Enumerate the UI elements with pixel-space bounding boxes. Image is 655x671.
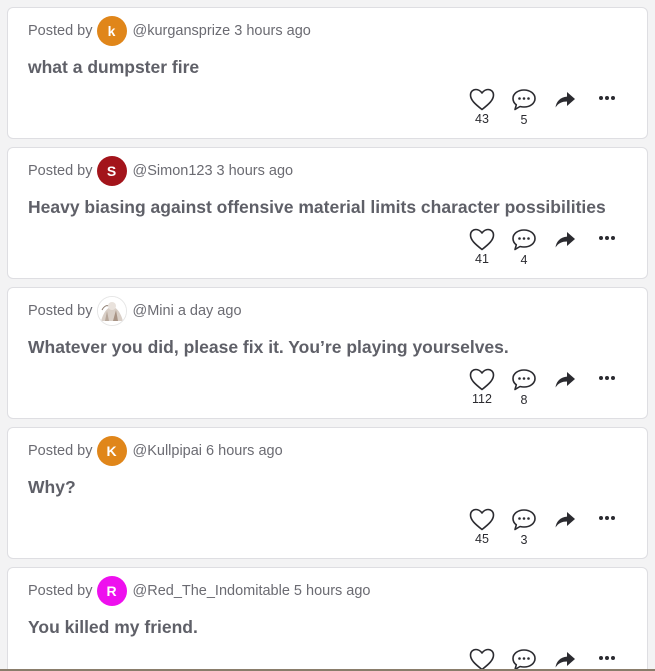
post-feed: Posted by k @kurgansprize 3 hours ago wh… (0, 0, 655, 671)
comment-count: 5 (520, 113, 528, 127)
author-handle[interactable]: @Red_The_Indomitable (133, 583, 290, 599)
posted-by-label: Posted by (28, 163, 93, 179)
comment-button[interactable]: 3 (509, 508, 539, 547)
like-count: 41 (475, 252, 489, 266)
like-count: 45 (475, 532, 489, 546)
posted-by-label: Posted by (28, 443, 93, 459)
post-meta: Posted by @Mini a day ago (28, 295, 242, 327)
share-button[interactable] (553, 91, 577, 109)
post-title[interactable]: You killed my friend. (28, 617, 198, 638)
post-card[interactable]: Posted by S @Simon123 3 hours ago Heavy … (7, 147, 648, 279)
speech-bubble-icon (512, 89, 536, 111)
post-time: 5 hours ago (293, 583, 371, 599)
share-button[interactable] (553, 651, 577, 669)
avatar[interactable]: S (96, 156, 127, 186)
post-title[interactable]: Heavy biasing against offensive material… (28, 197, 606, 218)
comment-button[interactable]: 4 (509, 228, 539, 267)
post-card[interactable]: Posted by R @Red_The_Indomitable 5 hours… (7, 567, 648, 669)
share-button[interactable] (553, 511, 577, 529)
share-arrow-icon (555, 232, 575, 248)
more-dots-icon (599, 516, 615, 520)
speech-bubble-icon (512, 509, 536, 531)
post-title[interactable]: what a dumpster fire (28, 57, 199, 78)
share-arrow-icon (555, 652, 575, 668)
heart-icon (469, 368, 495, 391)
post-meta: Posted by K @Kullpipai 6 hours ago (28, 435, 283, 467)
like-button[interactable]: 112 (467, 368, 497, 406)
post-meta: Posted by R @Red_The_Indomitable 5 hours… (28, 575, 371, 607)
speech-bubble-icon (512, 229, 536, 251)
comment-count: 4 (520, 253, 528, 267)
author-handle[interactable]: @Mini (133, 303, 174, 319)
author-handle[interactable]: @kurgansprize (133, 23, 231, 39)
heart-icon (469, 88, 495, 111)
like-button[interactable]: 41 (467, 228, 497, 266)
more-options-button[interactable] (597, 655, 617, 661)
avatar[interactable]: k (96, 16, 127, 46)
more-options-button[interactable] (597, 515, 617, 521)
share-arrow-icon (555, 512, 575, 528)
like-button[interactable] (467, 648, 497, 669)
post-card[interactable]: Posted by @Mini a day ago Whatever you d… (7, 287, 648, 419)
speech-bubble-icon (512, 369, 536, 391)
avatar-image (97, 297, 126, 325)
share-button[interactable] (553, 231, 577, 249)
more-dots-icon (599, 656, 615, 660)
avatar[interactable]: K (96, 436, 127, 466)
avatar[interactable]: R (96, 576, 127, 606)
posted-by-label: Posted by (28, 303, 93, 319)
comment-button[interactable]: 5 (509, 88, 539, 127)
post-card[interactable]: Posted by k @kurgansprize 3 hours ago wh… (7, 7, 648, 139)
like-button[interactable]: 45 (467, 508, 497, 546)
share-button[interactable] (553, 371, 577, 389)
more-dots-icon (599, 96, 615, 100)
post-title[interactable]: Whatever you did, please fix it. You’re … (28, 337, 509, 358)
posted-by-label: Posted by (28, 583, 93, 599)
speech-bubble-icon (512, 649, 536, 669)
like-count: 43 (475, 112, 489, 126)
share-arrow-icon (555, 372, 575, 388)
more-dots-icon (599, 236, 615, 240)
post-time: 6 hours ago (206, 443, 283, 459)
avatar[interactable] (96, 296, 127, 326)
post-time: 3 hours ago (234, 23, 311, 39)
comment-count: 3 (520, 533, 528, 547)
heart-icon (469, 228, 495, 251)
comment-count: 8 (520, 393, 528, 407)
more-options-button[interactable] (597, 95, 617, 101)
more-dots-icon (599, 376, 615, 380)
comment-button[interactable]: 8 (509, 368, 539, 407)
author-handle[interactable]: @Simon123 (133, 163, 213, 179)
author-handle[interactable]: @Kullpipai (133, 443, 203, 459)
more-options-button[interactable] (597, 235, 617, 241)
post-meta: Posted by S @Simon123 3 hours ago (28, 155, 293, 187)
post-time: a day ago (177, 303, 242, 319)
post-title[interactable]: Why? (28, 477, 76, 498)
share-arrow-icon (555, 92, 575, 108)
post-time: 3 hours ago (216, 163, 294, 179)
like-button[interactable]: 43 (467, 88, 497, 126)
heart-icon (469, 648, 495, 669)
comment-button[interactable] (509, 648, 539, 669)
more-options-button[interactable] (597, 375, 617, 381)
like-count: 112 (472, 392, 492, 406)
post-meta: Posted by k @kurgansprize 3 hours ago (28, 15, 311, 47)
heart-icon (469, 508, 495, 531)
post-card[interactable]: Posted by K @Kullpipai 6 hours ago Why? … (7, 427, 648, 559)
posted-by-label: Posted by (28, 23, 93, 39)
